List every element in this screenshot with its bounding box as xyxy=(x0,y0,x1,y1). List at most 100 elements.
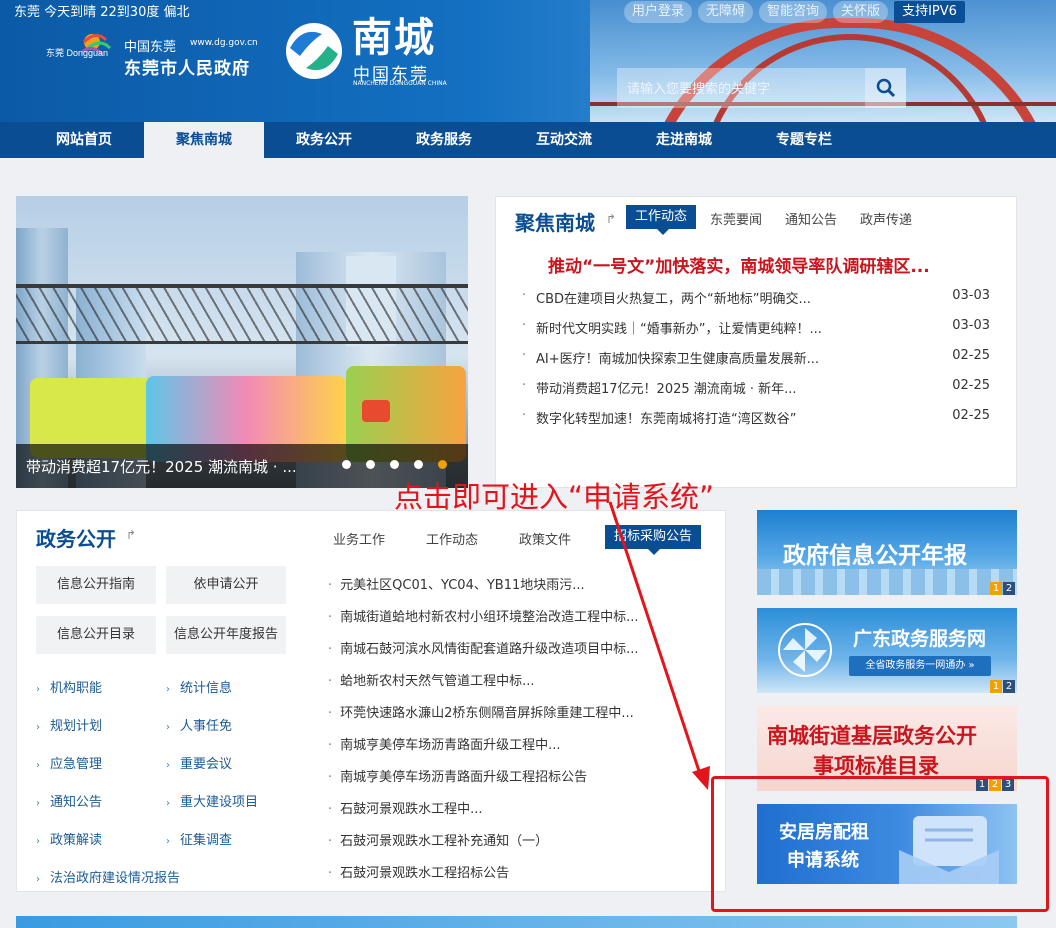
tender-list-item[interactable]: · 南城亨美停车场沥青路面升级工程招标公告 xyxy=(328,766,587,785)
care-version-link[interactable]: 关怀版 xyxy=(833,1,889,23)
weather-info: 东莞 今天到晴 22到30度 偏北 xyxy=(14,5,190,20)
promo-guangdong-title: 广东政务服务网 xyxy=(853,628,987,650)
tab-policy-docs[interactable]: 政策文件 xyxy=(519,529,571,548)
promo-annual-report[interactable]: 政府信息公开年报 xyxy=(757,510,1017,595)
news-item[interactable]: · 新时代文明实践｜“婚事新办”，让爱情更纯粹！... 03-03 xyxy=(522,318,990,338)
tab-work-news[interactable]: 工作动态 xyxy=(626,205,697,229)
nancheng-english: NANCHENG DONGGUAN CHINA xyxy=(353,80,447,87)
emblem-text: 东莞 Dongguan xyxy=(46,47,108,58)
info-catalog-button[interactable]: 信息公开目录 xyxy=(36,616,156,654)
news-item[interactable]: · AI+医疗！南城加快探索卫生健康高质量发展新... 02-25 xyxy=(522,348,990,368)
news-date: 02-25 xyxy=(952,378,990,393)
info-disclosure-guide-button[interactable]: 信息公开指南 xyxy=(36,566,156,604)
news-item[interactable]: · 数字化转型加速！东莞南城将打造“湾区数谷” 02-25 xyxy=(522,408,990,428)
tender-list-item[interactable]: · 元美社区QC01、YC04、YB11地块雨污... xyxy=(328,574,585,593)
nav-about-nancheng[interactable]: 走进南城 xyxy=(624,122,744,158)
news-item[interactable]: · 带动消费超17亿元！2025 潮流南城 · 新年... 02-25 xyxy=(522,378,990,398)
link-org-functions[interactable]: › 机构职能 xyxy=(36,677,102,696)
search-icon xyxy=(876,78,895,98)
apply-disclosure-button[interactable]: 依申请公开 xyxy=(166,566,286,604)
tab-dongguan-news[interactable]: 东莞要闻 xyxy=(710,209,762,228)
carousel-dot[interactable] xyxy=(342,460,351,469)
external-link-icon[interactable]: ↱ xyxy=(606,212,616,226)
link-notices[interactable]: › 通知公告 xyxy=(36,791,102,810)
search-input[interactable] xyxy=(617,68,865,108)
tender-list-item[interactable]: · 环莞快速路水濂山2桥东侧隔音屏拆除重建工程中... xyxy=(328,702,634,721)
tender-list-item[interactable]: · 南城亨美停车场沥青路面升级工程中... xyxy=(328,734,561,753)
search-button[interactable] xyxy=(865,68,906,108)
annotation-highlight-box xyxy=(711,776,1049,912)
accessibility-link[interactable]: 无障碍 xyxy=(698,1,754,23)
link-planning[interactable]: › 规划计划 xyxy=(36,715,102,734)
promo-pager: 12 xyxy=(990,582,1015,595)
link-meetings[interactable]: › 重要会议 xyxy=(166,753,232,772)
pinwheel-icon xyxy=(778,623,832,677)
arrow-icon: › xyxy=(36,836,40,847)
link-emergency[interactable]: › 应急管理 xyxy=(36,753,102,772)
arrow-icon: › xyxy=(166,798,170,809)
tender-list-item[interactable]: · 石鼓河景观跌水工程招标公告 xyxy=(328,862,509,881)
promo-pager: 12 xyxy=(990,680,1015,693)
carousel-dot-active[interactable] xyxy=(438,460,447,469)
promo-catalog-line1: 南城街道基层政务公开 xyxy=(767,724,977,748)
tender-list-item[interactable]: · 南城街道蛤地村新农村小组环境整治改造工程中标... xyxy=(328,606,639,625)
link-surveys[interactable]: › 征集调查 xyxy=(166,829,232,848)
gov-section-title[interactable]: 政务公开 xyxy=(36,523,116,552)
annual-report-button[interactable]: 信息公开年度报告 xyxy=(166,616,286,654)
nav-special-topics[interactable]: 专题专栏 xyxy=(744,122,864,158)
news-item[interactable]: · CBD在建项目火热复工，两个“新地标”明确交... 03-03 xyxy=(522,288,990,308)
news-date: 02-25 xyxy=(952,408,990,423)
dongguan-emblem-icon[interactable]: 东莞 Dongguan xyxy=(44,30,120,70)
arrow-icon: › xyxy=(166,684,170,695)
promo-guangdong-sub: 全省政务服务一网通办 » xyxy=(849,656,991,676)
tab-gov-voice[interactable]: 政声传递 xyxy=(860,209,912,228)
arrow-icon: › xyxy=(166,760,170,771)
nav-focus-nancheng[interactable]: 聚焦南城 xyxy=(144,122,264,158)
tender-list-item[interactable]: · 石鼓河景观跌水工程补充通知（一） xyxy=(328,830,548,849)
site-header: 东莞 今天到晴 22到30度 偏北 用户登录 无障碍 智能咨询 关怀版 支持IP… xyxy=(0,0,1056,122)
arrow-icon: › xyxy=(36,722,40,733)
logo-gov-name[interactable]: 东莞市人民政府 xyxy=(124,54,250,79)
news-date: 03-03 xyxy=(952,288,990,303)
smart-consult-link[interactable]: 智能咨询 xyxy=(759,1,828,23)
nancheng-logo-icon[interactable] xyxy=(282,20,346,82)
link-major-projects[interactable]: › 重大建设项目 xyxy=(166,791,258,810)
carousel-dot[interactable] xyxy=(414,460,423,469)
logo-url: www.dg.gov.cn xyxy=(190,38,258,48)
focus-headline[interactable]: 推动“一号文”加快落实，南城领导率队调研辖区... xyxy=(548,252,930,277)
promo-guangdong-services[interactable]: 广东政务服务网 全省政务服务一网通办 » xyxy=(757,608,1017,693)
logo-china-dongguan: 中国东莞 xyxy=(124,40,177,55)
arrow-icon: › xyxy=(36,798,40,809)
tender-list-item[interactable]: · 蛤地新农村天然气管道工程中标... xyxy=(328,670,535,689)
nav-gov-services[interactable]: 政务服务 xyxy=(384,122,504,158)
nav-gov-affairs[interactable]: 政务公开 xyxy=(264,122,384,158)
news-title: AI+医疗！南城加快探索卫生健康高质量发展新... xyxy=(536,352,820,367)
login-link[interactable]: 用户登录 xyxy=(624,1,693,23)
tender-list-item[interactable]: · 石鼓河景观跌水工程中... xyxy=(328,798,483,817)
news-title: 数字化转型加速！东莞南城将打造“湾区数谷” xyxy=(536,412,797,427)
news-date: 02-25 xyxy=(952,348,990,363)
ipv6-badge: 支持IPV6 xyxy=(894,1,965,23)
stage-truss xyxy=(16,284,468,344)
tab-notices[interactable]: 通知公告 xyxy=(785,209,837,228)
link-statistics[interactable]: › 统计信息 xyxy=(166,677,232,696)
nav-home[interactable]: 网站首页 xyxy=(24,122,144,158)
news-title: CBD在建项目火热复工，两个“新地标”明确交... xyxy=(536,292,811,307)
tender-list-item[interactable]: · 南城石鼓河滨水风情街配套道路升级改造项目中标... xyxy=(328,638,639,657)
news-title: 带动消费超17亿元！2025 潮流南城 · 新年... xyxy=(536,382,797,397)
bottom-banner-strip xyxy=(16,916,1017,928)
focus-section-title[interactable]: 聚焦南城 xyxy=(515,207,595,236)
nav-interaction[interactable]: 互动交流 xyxy=(504,122,624,158)
tab-business-work[interactable]: 业务工作 xyxy=(333,529,385,548)
link-rule-of-law-report[interactable]: › 法治政府建设情况报告 xyxy=(36,867,180,886)
tab-work-updates[interactable]: 工作动态 xyxy=(426,529,478,548)
news-title: 新时代文明实践｜“婚事新办”，让爱情更纯粹！... xyxy=(536,322,822,337)
carousel-dot[interactable] xyxy=(390,460,399,469)
link-policy-interpret[interactable]: › 政策解读 xyxy=(36,829,102,848)
carousel-caption[interactable]: 带动消费超17亿元！2025 潮流南城 · ... xyxy=(26,456,297,477)
carousel-dot[interactable] xyxy=(366,460,375,469)
external-link-icon[interactable]: ↱ xyxy=(126,528,136,542)
link-personnel[interactable]: › 人事任免 xyxy=(166,715,232,734)
top-links: 用户登录 无障碍 智能咨询 关怀版 支持IPV6 xyxy=(624,1,965,23)
arrow-icon: › xyxy=(36,684,40,695)
